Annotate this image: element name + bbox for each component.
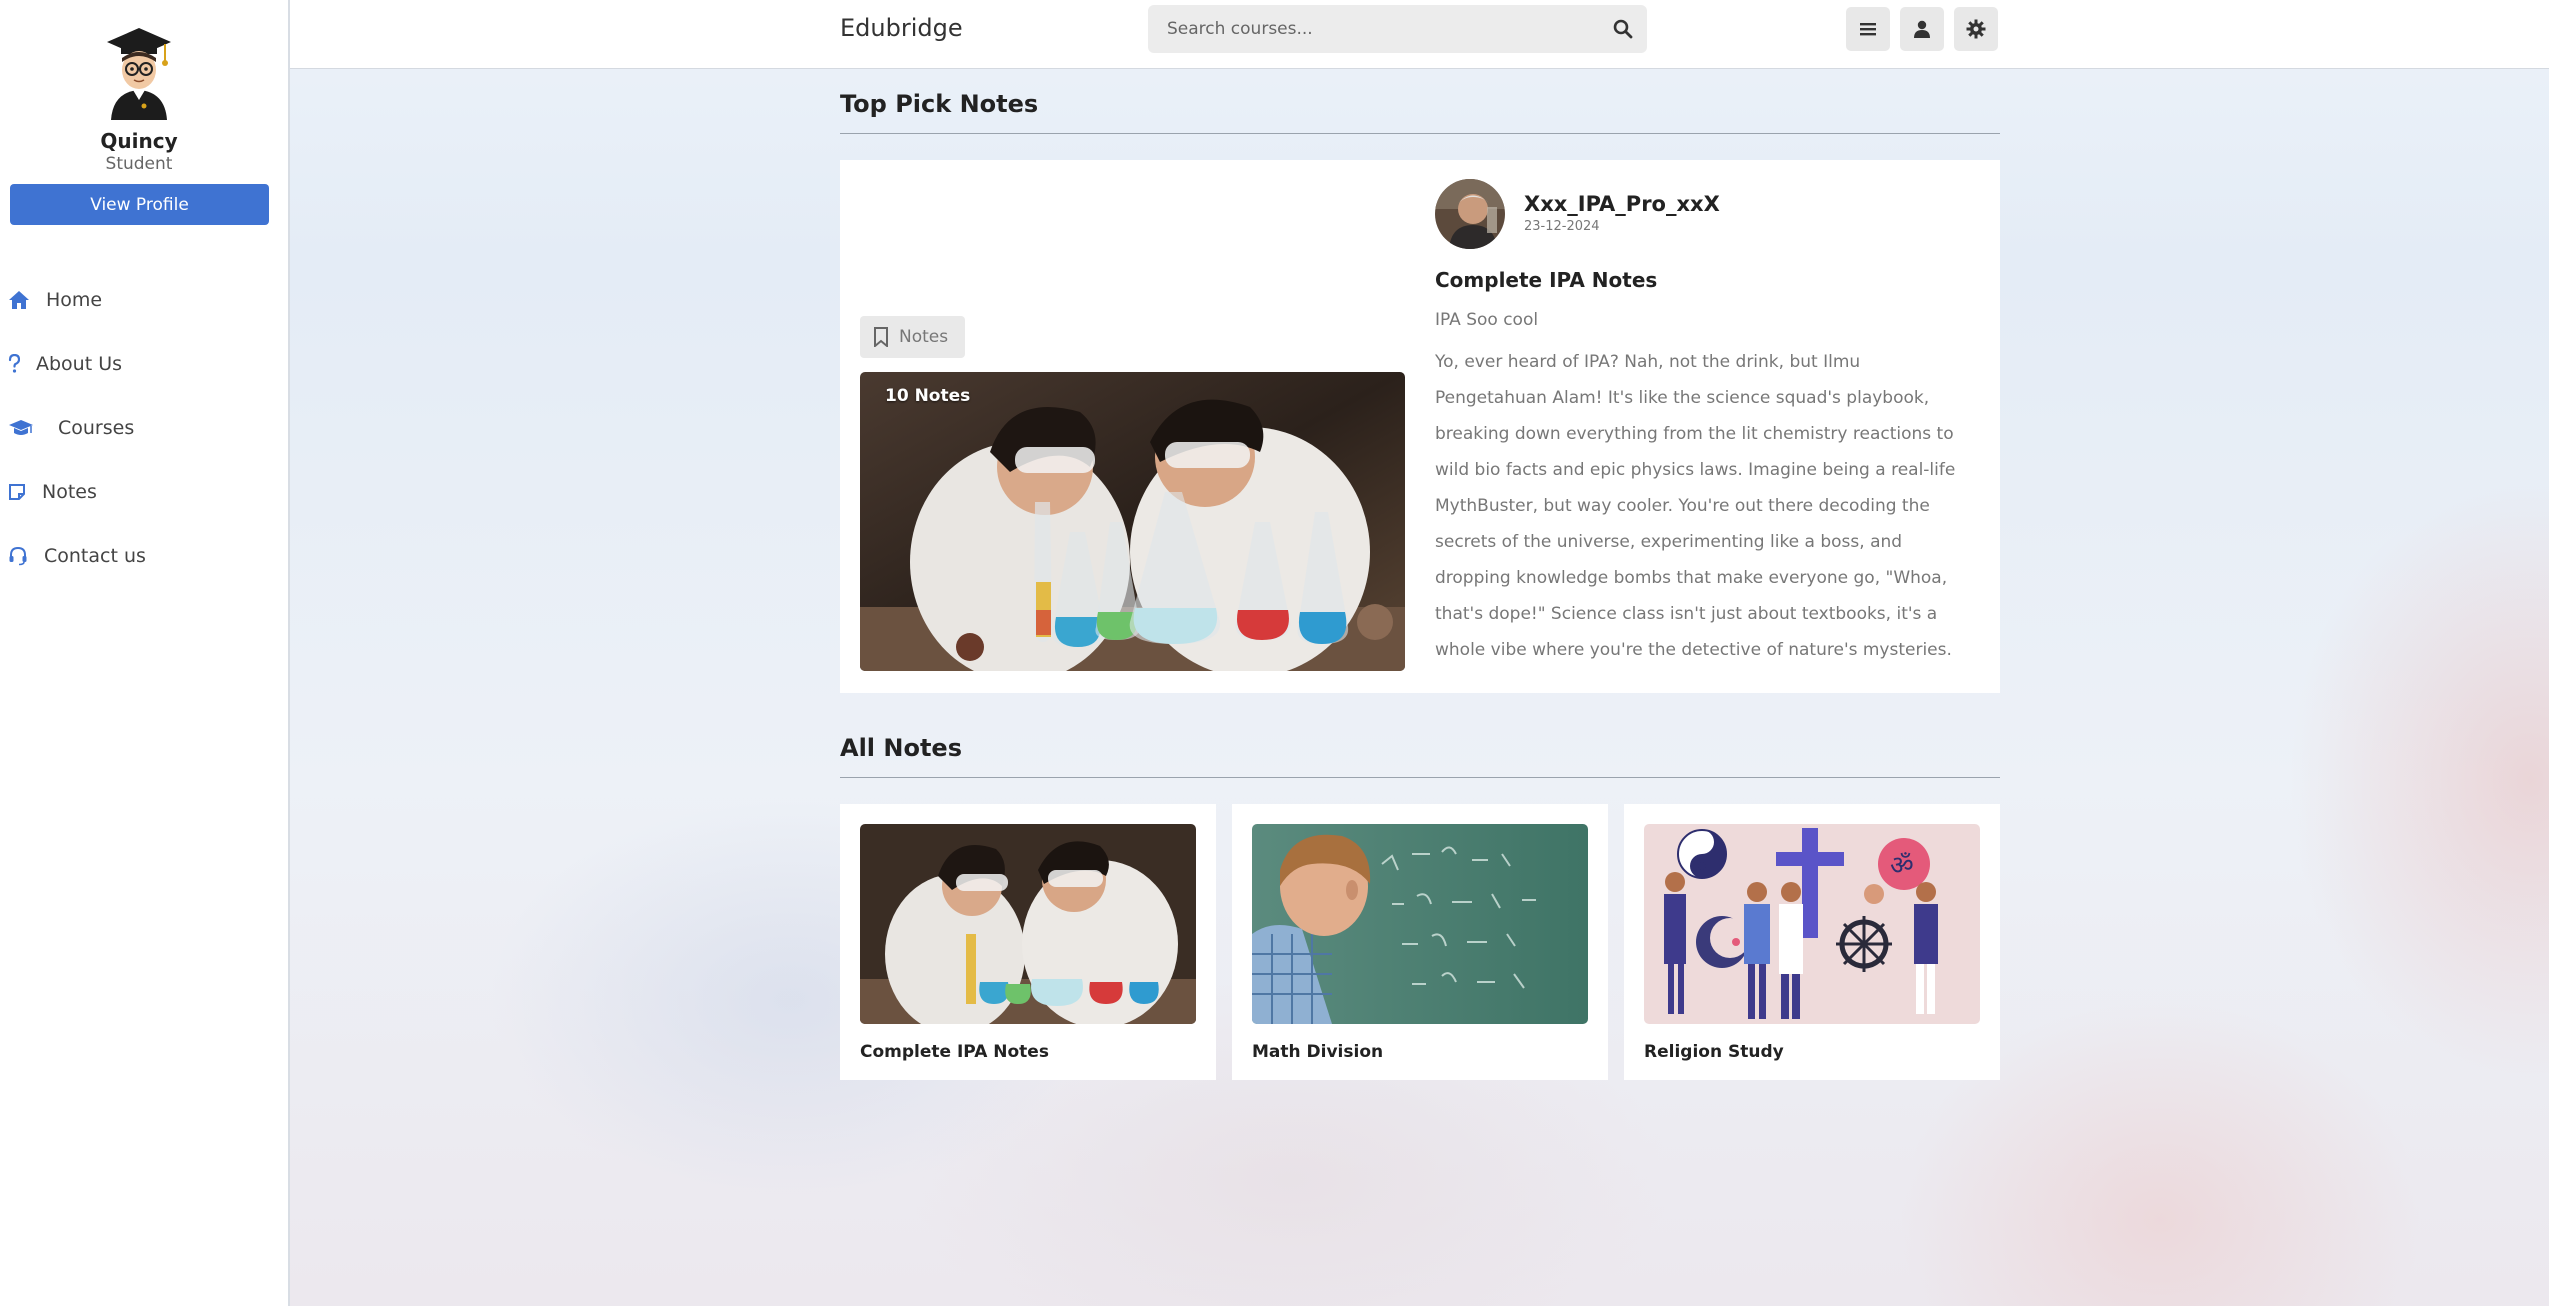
note-card[interactable]: ॐ Religion Study [1624, 804, 2000, 1080]
sidebar-item-contact-us[interactable]: Contact us [0, 524, 288, 588]
graduation-cap-icon [8, 415, 46, 441]
author-avatar[interactable] [1435, 179, 1505, 249]
author-name[interactable]: Xxx_IPA_Pro_xxX [1524, 192, 1720, 216]
bookmark-icon [874, 327, 888, 347]
note-thumbnail-religion[interactable]: ॐ [1644, 824, 1980, 1024]
user-avatar [99, 24, 179, 120]
featured-note-image[interactable]: 10 Notes [860, 372, 1405, 671]
sidebar-item-label: About Us [36, 353, 123, 375]
user-button[interactable] [1900, 7, 1944, 51]
search-icon [1613, 19, 1633, 39]
sidebar-nav: Home About Us Courses Notes Contact us [0, 268, 288, 588]
note-card[interactable]: Complete IPA Notes [840, 804, 1216, 1080]
headset-icon [8, 543, 32, 569]
search-bar [1148, 5, 1647, 53]
note-card[interactable]: Math Division [1232, 804, 1608, 1080]
note-description: Yo, ever heard of IPA? Nah, not the drin… [1435, 352, 1956, 660]
user-role: Student [105, 154, 173, 174]
note-card-title[interactable]: Complete IPA Notes [860, 1042, 1049, 1062]
sidebar-item-notes[interactable]: Notes [0, 460, 288, 524]
note-title[interactable]: Complete IPA Notes [1435, 268, 1657, 292]
settings-icon [1966, 19, 1986, 39]
section-divider [840, 777, 2000, 778]
sidebar-item-label: Notes [42, 481, 97, 503]
question-icon [8, 351, 24, 377]
sidebar-item-courses[interactable]: Courses [0, 396, 288, 460]
notes-count-badge: 10 Notes [885, 386, 971, 406]
sidebar-item-about-us[interactable]: About Us [0, 332, 288, 396]
view-profile-button[interactable]: View Profile [10, 184, 269, 225]
settings-button[interactable] [1954, 7, 1998, 51]
user-icon [1914, 20, 1930, 38]
post-date: 23-12-2024 [1524, 219, 1600, 234]
sidebar-item-label: Courses [58, 417, 135, 439]
top-pick-section-title: Top Pick Notes [840, 90, 1039, 118]
note-icon [8, 479, 30, 505]
sidebar-item-label: Home [46, 289, 103, 311]
note-card-title[interactable]: Religion Study [1644, 1042, 1784, 1062]
notes-tag-chip[interactable]: Notes [860, 316, 965, 358]
note-thumbnail-math[interactable] [1252, 824, 1588, 1024]
section-divider [840, 133, 2000, 134]
search-button[interactable] [1599, 5, 1647, 53]
note-subtitle: IPA Soo cool [1435, 310, 1539, 330]
note-card-title[interactable]: Math Division [1252, 1042, 1383, 1062]
menu-icon [1860, 23, 1876, 36]
menu-button[interactable] [1846, 7, 1890, 51]
home-icon [8, 287, 34, 313]
note-thumbnail-ipa[interactable] [860, 824, 1196, 1024]
all-notes-section-title: All Notes [840, 734, 962, 762]
user-name: Quincy [100, 129, 178, 153]
sidebar-item-home[interactable]: Home [0, 268, 288, 332]
featured-note-card[interactable]: Notes 10 Notes Xxx_IPA_Pro_xxX 23-12-202… [840, 160, 2000, 693]
brand-logo-text[interactable]: Edubridge [840, 14, 963, 42]
tag-label: Notes [899, 327, 949, 347]
svg-text:ॐ: ॐ [1890, 851, 1914, 881]
sidebar-item-label: Contact us [44, 545, 146, 567]
sidebar: Quincy Student View Profile Home About U… [0, 0, 290, 1306]
search-input[interactable] [1148, 5, 1599, 53]
